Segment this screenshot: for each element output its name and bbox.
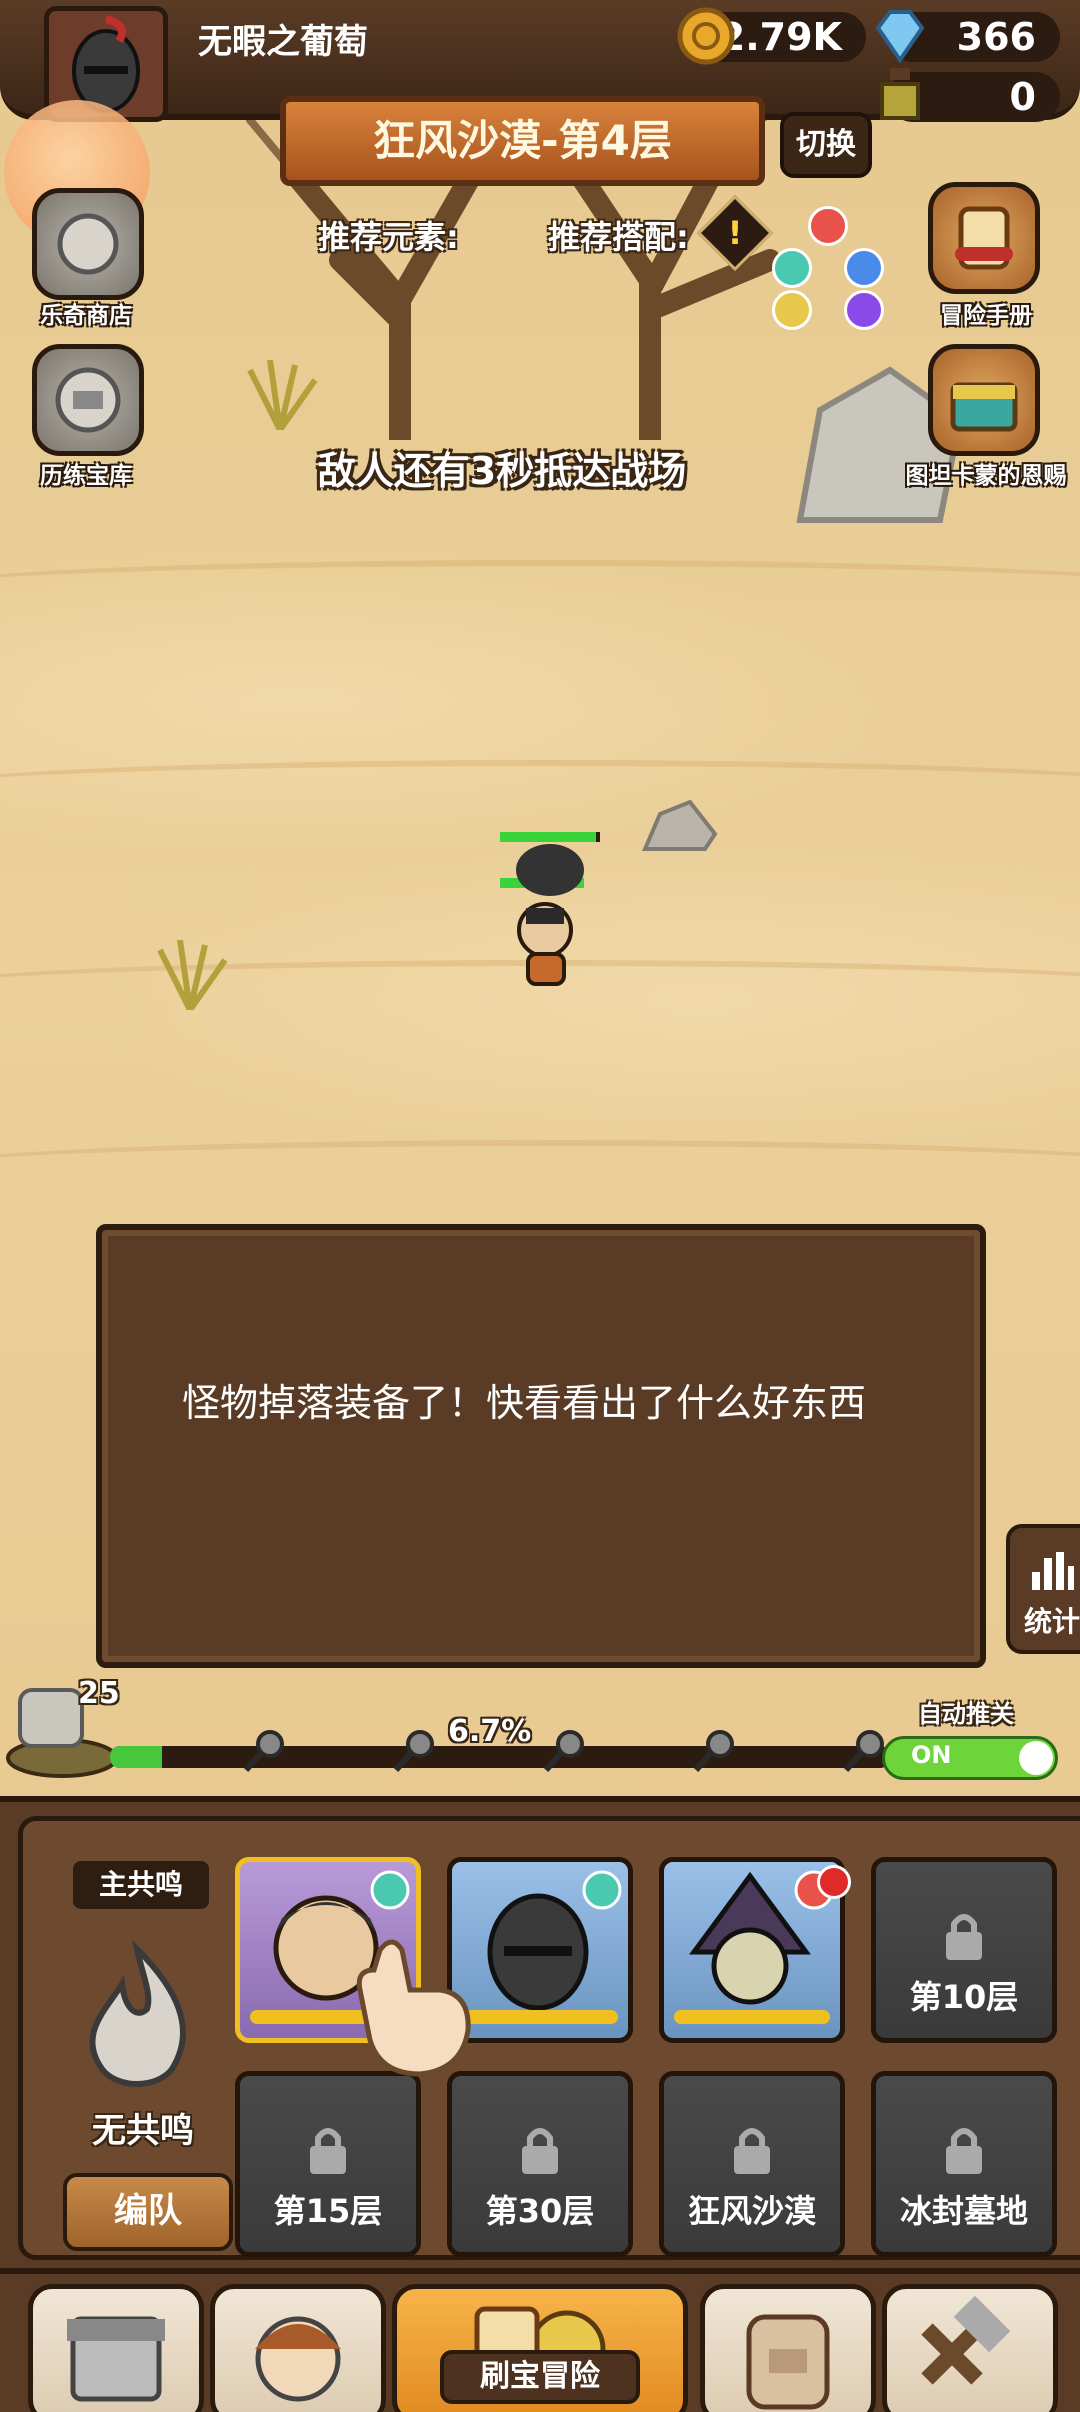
- hero-character-sprite[interactable]: [500, 820, 600, 990]
- stage-title: 狂风沙漠-第4层: [280, 96, 765, 186]
- shop-label: 乐奇商店: [40, 303, 132, 329]
- auto-advance-state: ON: [911, 1741, 952, 1769]
- locked-slot-label: 冰封墓地: [899, 2192, 1028, 2230]
- lock-icon: [946, 1914, 982, 1960]
- lock-icon: [522, 2128, 558, 2174]
- small-rock-decoration: [641, 799, 718, 851]
- checkpoint-icon: [243, 1730, 284, 1772]
- resonance-status: 无共鸣: [92, 2111, 194, 2151]
- gold-amount: 2.79K: [718, 15, 842, 59]
- light-element-icon: [772, 290, 812, 330]
- player-name: 无暇之葡萄: [198, 22, 368, 62]
- locked-slot[interactable]: 冰封墓地: [871, 2071, 1057, 2257]
- sand-dune: [0, 560, 1080, 620]
- team-panel-inner: 主共鸣 无共鸣 编队 第10层 第15层 第30层 狂风沙漠 冰封墓地: [18, 1816, 1080, 2260]
- nav-forge-button[interactable]: [882, 2284, 1058, 2412]
- locked-slot[interactable]: 第10层: [871, 1857, 1057, 2043]
- scroll-icon: [955, 206, 1013, 270]
- progress-percent: 6.7%: [448, 1714, 532, 1749]
- checkpoint-icon: [393, 1730, 434, 1772]
- tutorial-pointer-hand-icon: [356, 1939, 471, 2077]
- nav-adventure-label: 刷宝冒险: [440, 2350, 640, 2404]
- shop-button[interactable]: [32, 188, 144, 300]
- adventure-manual-label: 冒险手册: [940, 303, 1032, 329]
- vault-button[interactable]: [32, 344, 144, 456]
- checkpoint-icon: [693, 1730, 734, 1772]
- toggle-knob: [1019, 1741, 1053, 1775]
- vault-label: 历练宝库: [40, 463, 132, 489]
- statistics-label: 统计: [1023, 1605, 1080, 1638]
- hero-level-bar: [674, 2010, 830, 2024]
- formation-button[interactable]: 编队: [63, 2173, 233, 2251]
- vault-icon: [55, 367, 121, 433]
- sand-dune: [0, 1140, 1080, 1200]
- gold-coin-icon: [677, 7, 735, 65]
- locked-slot[interactable]: 第30层: [447, 2071, 633, 2257]
- backpack-icon: [746, 2314, 830, 2410]
- stage-progress-fill: [110, 1746, 163, 1768]
- nav-bag-button[interactable]: [700, 2284, 876, 2412]
- gift-chest-label: 图坦卡蒙的恩赐: [905, 463, 1067, 489]
- auto-advance-toggle[interactable]: ON: [882, 1736, 1058, 1780]
- recommended-combo-label: 推荐搭配:: [548, 218, 689, 256]
- hero-level-bar: [462, 2010, 618, 2024]
- locked-slot[interactable]: 第15层: [235, 2071, 421, 2257]
- fire-element-icon: [808, 206, 848, 246]
- bar-chart-icon: [1032, 1552, 1074, 1590]
- treasure-chest-icon: [950, 382, 1018, 432]
- water-element-icon: [844, 248, 884, 288]
- locked-slot-label: 第15层: [273, 2192, 383, 2230]
- adventure-manual-button[interactable]: [928, 182, 1040, 294]
- nav-hero-button[interactable]: [210, 2284, 386, 2412]
- potion-amount: 0: [1009, 75, 1036, 119]
- grass-tuft-decoration: [247, 360, 318, 430]
- diamond-icon: [875, 10, 925, 64]
- lock-icon: [946, 2128, 982, 2174]
- locked-slot-label: 第30层: [485, 2192, 595, 2230]
- locked-slot[interactable]: 狂风沙漠: [659, 2071, 845, 2257]
- tutorial-dialog[interactable]: 怪物掉落装备了！快看看出了什么好东西: [96, 1224, 986, 1668]
- team-panel: 主共鸣 无共鸣 编队 第10层 第15层 第30层 狂风沙漠 冰封墓地: [0, 1796, 1080, 2274]
- storefront-icon: [67, 2316, 165, 2402]
- stage-progress-bar: [110, 1746, 890, 1768]
- grass-tuft-decoration: [157, 940, 228, 1010]
- lock-icon: [734, 2128, 770, 2174]
- auto-advance-label: 自动推关: [918, 1700, 1014, 1728]
- nav-shop-button[interactable]: [28, 2284, 204, 2412]
- chest-count: 25: [78, 1676, 120, 1711]
- hero-face-icon: [255, 2316, 341, 2402]
- hammer-icon: [921, 2295, 1011, 2385]
- recommended-elements-label: 推荐元素:: [318, 218, 459, 256]
- main-resonance-tag: 主共鸣: [73, 1861, 209, 1909]
- locked-slot-label: 第10层: [909, 1978, 1019, 2016]
- lock-icon: [310, 2128, 346, 2174]
- locked-slot-label: 狂风沙漠: [687, 2192, 816, 2230]
- dialog-text: 怪物掉落装备了！快看看出了什么好东西: [182, 1381, 867, 1425]
- resonance-flame-icon: [89, 1939, 187, 2087]
- sand-dune: [0, 760, 1080, 820]
- pirate-portrait-icon: [689, 1870, 834, 2005]
- diamond-amount: 366: [956, 15, 1036, 59]
- checkpoint-icon: [543, 1730, 584, 1772]
- gift-chest-button[interactable]: [928, 344, 1040, 456]
- switch-stage-button[interactable]: 切换: [780, 112, 872, 178]
- statistics-button[interactable]: 统计: [1006, 1524, 1080, 1654]
- notification-badge: [817, 1865, 851, 1899]
- potion-bottle-icon: [880, 68, 920, 120]
- wind-element-icon: [772, 248, 812, 288]
- dark-element-icon: [844, 290, 884, 330]
- shop-icon: [57, 213, 119, 275]
- warning-symbol: !: [727, 214, 743, 252]
